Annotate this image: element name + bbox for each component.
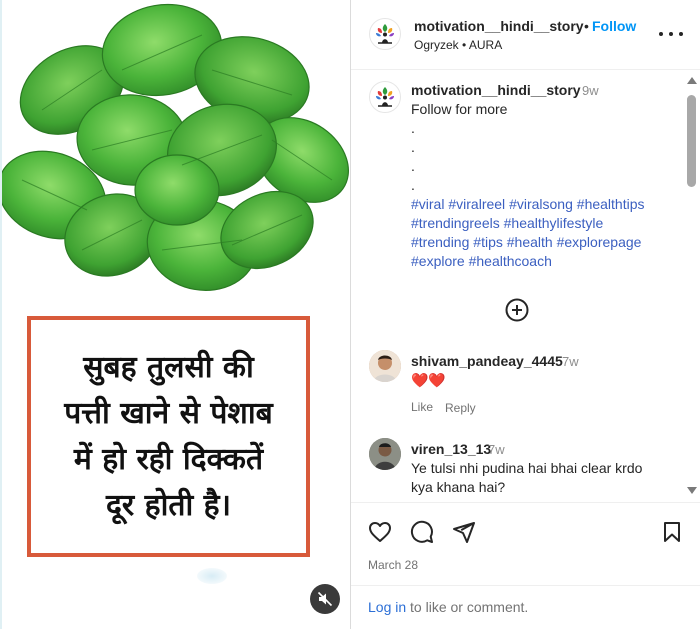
comment-time[interactable]: 7w [488,442,505,457]
post-date[interactable]: March 28 [368,558,418,572]
login-prompt-text: to like or comment. [406,599,529,615]
scroll-down-arrow-icon[interactable] [687,487,697,494]
overlay-line: सुबह तुलसी की [83,349,254,385]
author-username[interactable]: motivation__hindi__story [414,18,584,34]
caption-time[interactable]: 9w [582,83,599,98]
commenter-username[interactable]: shivam_pandeay_4445 [411,353,563,369]
hashtag-line: #explore #healthcoach [411,252,681,271]
caption-text: Follow for more . . . . #viral #viralree… [411,100,681,271]
author-avatar[interactable] [369,18,401,50]
comment-icon[interactable] [410,520,434,544]
caption-avatar[interactable] [369,81,401,113]
more-options-icon[interactable] [659,24,683,44]
audio-subtitle[interactable]: Ogryzek • AURA [414,38,502,52]
post-header: motivation__hindi__story • Follow Ogryze… [351,0,700,70]
meditation-logo-icon [376,24,394,44]
hashtag[interactable]: #viralsong [509,196,573,212]
hindi-overlay-text: सुबह तुलसी की पत्ती खाने से पेशाब में हो… [64,345,272,529]
follow-button[interactable]: Follow [592,18,636,34]
hashtag[interactable]: #tips [473,234,503,250]
commenter-avatar[interactable] [369,438,401,470]
comment-text: kya khana hai? [411,479,506,495]
post-media[interactable]: सुबह तुलसी की पत्ती खाने से पेशाब में हो… [0,0,350,629]
hashtag[interactable]: #viral [411,196,444,212]
login-link[interactable]: Log in [368,599,406,615]
caption-dot: . [411,177,415,193]
bookmark-icon[interactable] [660,520,684,544]
add-circle-icon[interactable] [505,298,529,322]
hashtag[interactable]: #healthtips [577,196,645,212]
hashtag[interactable]: #trendingreels [411,215,500,231]
comments-scrollbar[interactable] [683,71,700,501]
person-avatar-icon [369,438,401,470]
scrollbar-thumb[interactable] [687,95,696,187]
post-actions: March 28 [351,502,700,594]
login-prompt: Log in to like or comment. [351,585,700,629]
caption-first-line: Follow for more [411,101,508,117]
overlay-line: में हो रही दिक्कतें [73,441,264,477]
person-avatar-icon [369,350,401,382]
caption-username[interactable]: motivation__hindi__story [411,82,581,98]
hashtag-line: #trending #tips #health #explorepage [411,233,681,252]
meditation-logo-icon [376,87,394,107]
mint-leaves-image [2,3,349,291]
hashtag[interactable]: #trending [411,234,469,250]
heart-icon[interactable] [368,520,392,544]
overlay-line: दूर होती है। [106,487,231,523]
caption-dot: . [411,158,415,174]
comment-text: Ye tulsi nhi pudina hai bhai clear krdo [411,460,643,476]
comment-time[interactable]: 7w [562,354,579,369]
hashtag[interactable]: #viralreel [448,196,505,212]
comments-section[interactable]: motivation__hindi__story 9w Follow for m… [351,71,700,501]
hindi-text-card: सुबह तुलसी की पत्ती खाने से पेशाब में हो… [27,316,310,557]
caption-dot: . [411,139,415,155]
caption-dot: . [411,120,415,136]
post-side-panel: motivation__hindi__story • Follow Ogryze… [350,0,700,629]
commenter-username[interactable]: viren_13_13 [411,441,491,457]
reply-button[interactable]: Reply [445,401,476,415]
commenter-avatar[interactable] [369,350,401,382]
like-comment-button[interactable]: Like [411,400,433,414]
hashtag[interactable]: #explore [411,253,465,269]
header-separator: • [584,18,589,34]
hashtag[interactable]: #healthcoach [469,253,552,269]
hashtag[interactable]: #health [507,234,553,250]
comment-text: ❤️❤️ [411,372,446,388]
image-smudge [197,568,227,584]
hashtag-line: #trendingreels #healthylifestyle [411,214,681,233]
speaker-muted-icon [317,591,333,607]
share-icon[interactable] [452,520,476,544]
overlay-line: पत्ती खाने से पेशाब [64,395,273,431]
hashtag[interactable]: #explorepage [557,234,642,250]
hashtag-line: #viral #viralreel #viralsong #healthtips [411,195,681,214]
mute-button[interactable] [310,584,340,614]
scroll-up-arrow-icon[interactable] [687,77,697,84]
hashtag[interactable]: #healthylifestyle [504,215,604,231]
